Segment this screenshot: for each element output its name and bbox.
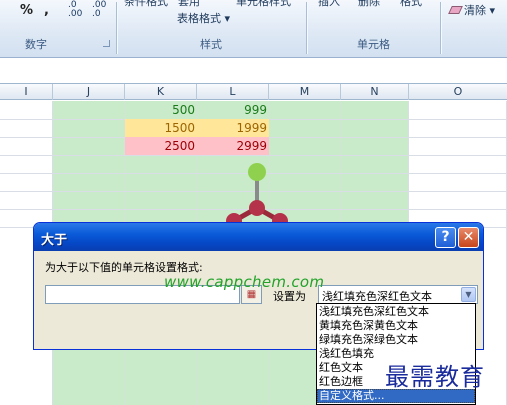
- column-header-i[interactable]: I: [0, 84, 53, 100]
- help-button[interactable]: ?: [435, 227, 456, 248]
- column-header-row: I J K L M N O: [0, 83, 507, 100]
- column-header-j[interactable]: J: [53, 84, 125, 100]
- dialog-title: 大于: [41, 233, 68, 248]
- grid-line: [0, 155, 507, 156]
- column-header-m[interactable]: M: [269, 84, 341, 100]
- format-option[interactable]: 浅红填充色深红色文本: [317, 305, 475, 319]
- ribbon-separator: [306, 2, 307, 54]
- delete-button-clipped[interactable]: 删除: [358, 0, 384, 8]
- cell-l3[interactable]: 2999: [197, 137, 267, 155]
- cell-l1[interactable]: 999: [197, 101, 267, 119]
- insert-button-clipped[interactable]: 插入: [318, 0, 344, 8]
- clear-button[interactable]: 清除 ▾: [448, 2, 495, 18]
- decrease-decimal-button[interactable]: .00 .0: [92, 1, 110, 19]
- eraser-icon: [448, 6, 463, 14]
- formula-area-gap: [0, 59, 507, 83]
- site-watermark: www.cappchem.com: [164, 273, 325, 291]
- ribbon-separator: [440, 2, 441, 54]
- format-as-table-button[interactable]: 表格格式 ▾: [177, 10, 230, 26]
- styles-group-label: 样式: [200, 38, 222, 51]
- cell-styles-button-clipped[interactable]: 单元格样式: [236, 0, 302, 8]
- format-option[interactable]: 绿填充色深绿色文本: [317, 333, 475, 347]
- logo-watermark: 最需教育: [385, 363, 485, 391]
- chevron-down-icon[interactable]: ▼: [461, 287, 476, 302]
- column-header-o[interactable]: O: [409, 84, 507, 100]
- increase-decimal-button[interactable]: .0 .00: [68, 1, 86, 19]
- cell-k3[interactable]: 2500: [125, 137, 195, 155]
- ribbon-separator: [116, 2, 117, 54]
- column-header-k[interactable]: K: [125, 84, 197, 100]
- number-group-label: 数字: [25, 38, 47, 51]
- cell-k2[interactable]: 1500: [125, 119, 195, 137]
- format-select[interactable]: 浅红填充色深红色文本 ▼: [318, 285, 478, 304]
- cells-group-label: 单元格: [357, 38, 390, 51]
- format-button-clipped[interactable]: 格式: [400, 0, 426, 8]
- format-option[interactable]: 黄填充色深黄色文本: [317, 319, 475, 333]
- format-select-value: 浅红填充色深红色文本: [322, 290, 432, 303]
- cell-k1[interactable]: 500: [125, 101, 195, 119]
- ribbon: % , .0 .00 .00 .0 数字 条件格式 套用 单元格样式 表格格式 …: [0, 0, 507, 58]
- column-header-l[interactable]: L: [197, 84, 269, 100]
- close-button[interactable]: ✕: [458, 227, 479, 248]
- percent-style-button[interactable]: %: [20, 3, 33, 18]
- number-dialog-launcher-icon[interactable]: [103, 40, 110, 47]
- column-header-n[interactable]: N: [341, 84, 409, 100]
- dialog-title-bar[interactable]: 大于 ? ✕: [34, 223, 483, 251]
- comma-style-button[interactable]: ,: [44, 3, 49, 18]
- cell-l2[interactable]: 1999: [197, 119, 267, 137]
- conditional-format-button-clipped[interactable]: 条件格式: [124, 0, 168, 8]
- table-style-button-clipped[interactable]: 套用: [178, 0, 206, 8]
